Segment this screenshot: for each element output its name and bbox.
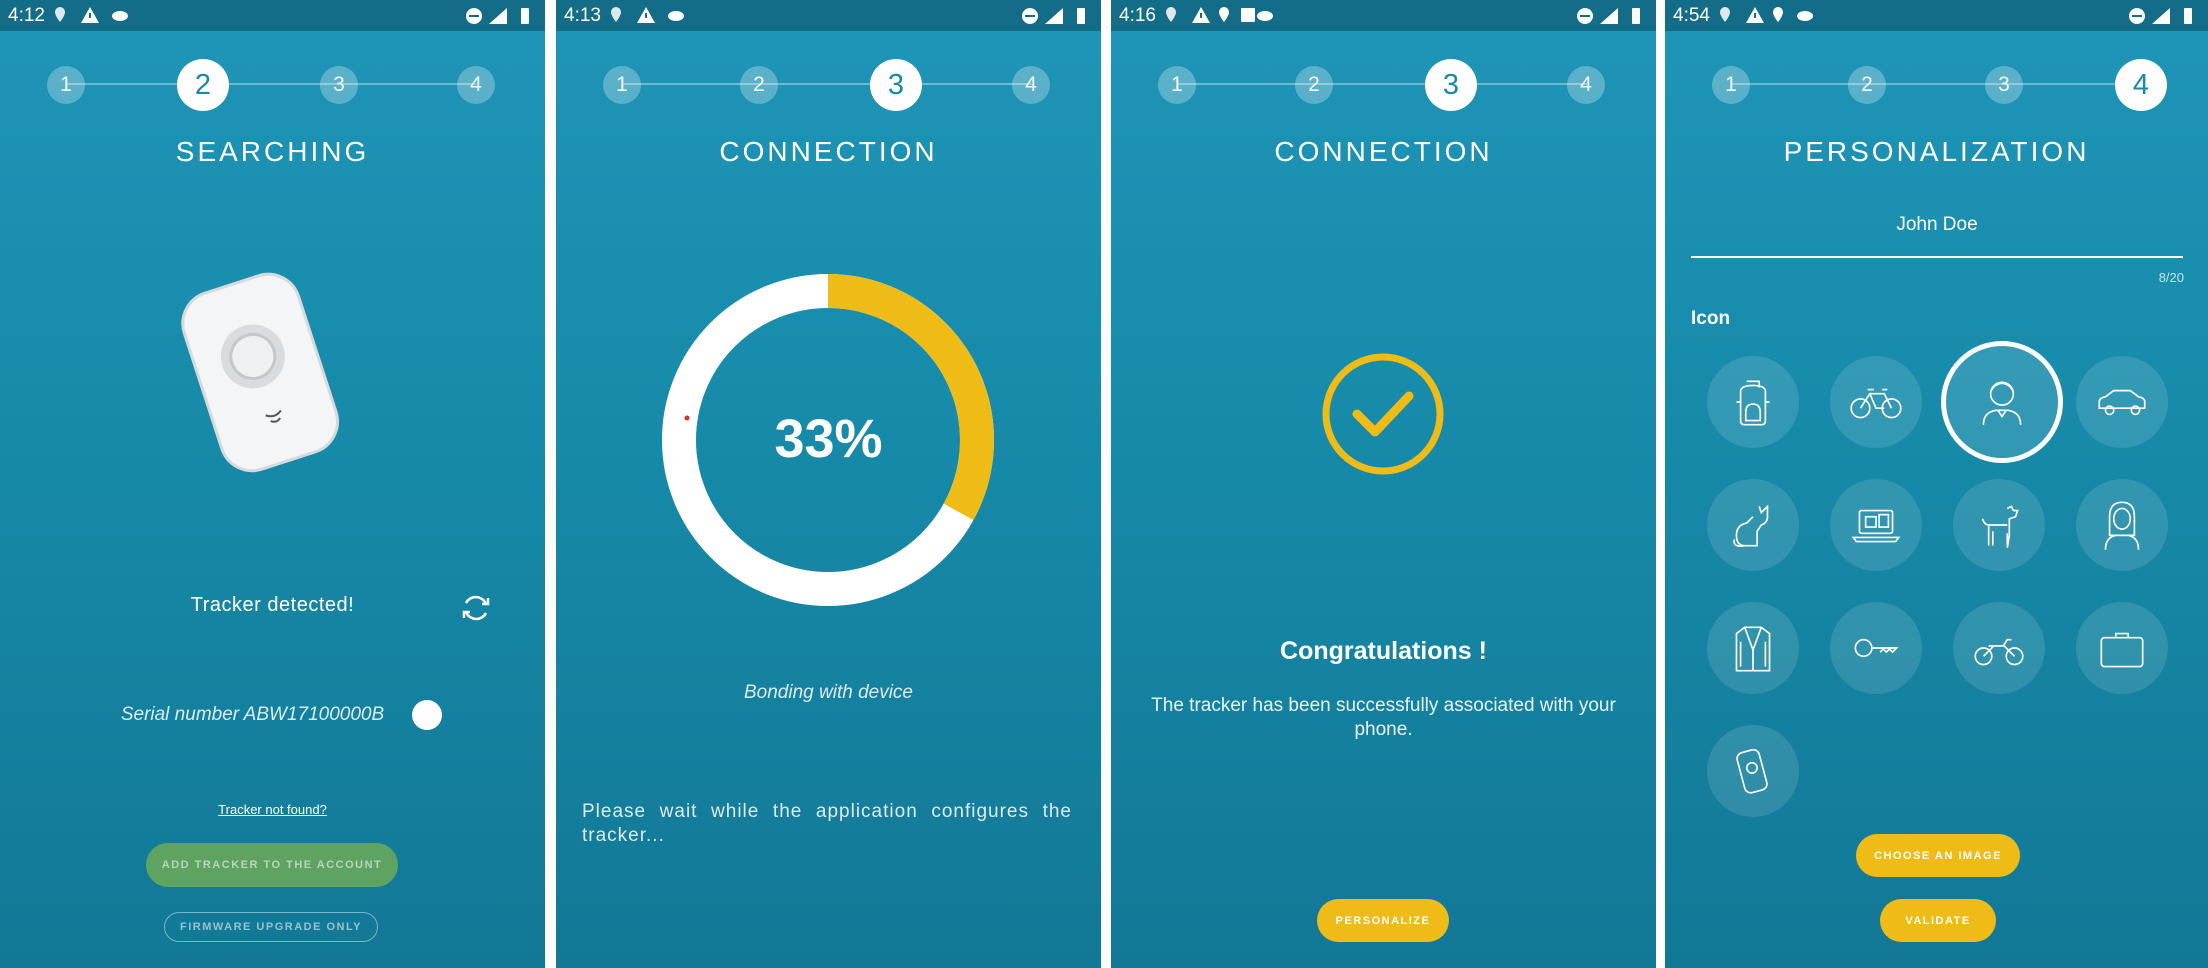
status-time: 4:16 [1119, 5, 1156, 26]
jacket-icon [1735, 626, 1771, 672]
personalize-button[interactable]: PERSONALIZE [1317, 899, 1449, 942]
status-time: 4:12 [8, 5, 45, 26]
step-2[interactable]: 2 [1848, 66, 1886, 104]
icon-option-laptop[interactable] [1830, 479, 1922, 571]
step-3[interactable]: 3 [1985, 66, 2023, 104]
step-3[interactable]: 3 [870, 59, 922, 111]
icon-option-bicycle[interactable] [1830, 356, 1922, 448]
person-icon [1982, 381, 2022, 425]
step-2[interactable]: 2 [177, 59, 229, 111]
icon-option-tracker[interactable] [1707, 725, 1799, 817]
serial-number: Serial number ABW17100000B [120, 704, 385, 725]
refresh-icon[interactable] [460, 592, 492, 624]
icon-option-jacket[interactable] [1707, 602, 1799, 694]
status-bar: 4:16 [1111, 0, 1656, 31]
validate-button[interactable]: VALIDATE [1880, 899, 1996, 942]
status-notification-icons [608, 4, 688, 26]
step-3[interactable]: 3 [1425, 59, 1477, 111]
cat-icon [1733, 504, 1769, 547]
backpack-icon [1736, 380, 1770, 426]
step-4[interactable]: 4 [457, 66, 495, 104]
icon-option-motorcycle[interactable] [1953, 602, 2045, 694]
step-2[interactable]: 2 [740, 66, 778, 104]
status-bar: 4:54 [1665, 0, 2208, 31]
status-notification-icons [1163, 4, 1273, 26]
stepper-line [1731, 83, 2141, 85]
step-3[interactable]: 3 [320, 66, 358, 104]
status-time: 4:54 [1673, 5, 1710, 26]
add-tracker-button[interactable]: ADD TRACKER TO THE ACCOUNT [146, 843, 398, 887]
page-title: PERSONALIZATION [1783, 136, 2090, 167]
name-char-counter: 8/20 [2158, 270, 2184, 285]
firmware-upgrade-button[interactable]: FIRMWARE UPGRADE ONLY [164, 912, 378, 942]
status-notification-icons [1717, 4, 1817, 26]
serial-toggle[interactable] [412, 700, 442, 730]
page-title: SEARCHING [175, 136, 370, 167]
status-bar: 4:12 [0, 0, 545, 31]
wait-message: Please wait while the application config… [582, 801, 1072, 846]
icon-option-car[interactable] [2076, 356, 2168, 448]
laptop-icon [1851, 509, 1901, 543]
icon-option-key[interactable] [1830, 602, 1922, 694]
icon-option-briefcase[interactable] [2076, 602, 2168, 694]
status-system-icons [465, 5, 535, 27]
tracker-device-image [181, 272, 339, 473]
stepper: 1 2 3 4 [556, 59, 1101, 111]
car-icon [2098, 389, 2146, 416]
status-notification-icons [52, 4, 132, 26]
status-time: 4:13 [564, 5, 601, 26]
icon-section-label: Icon [1691, 308, 1731, 329]
key-icon [1854, 638, 1899, 658]
dog-icon [1981, 505, 2019, 548]
choose-image-button[interactable]: CHOOSE AN IMAGE [1856, 834, 2020, 877]
woman-icon [2104, 501, 2140, 550]
stepper-line [1177, 83, 1587, 85]
tracker-not-found-link[interactable]: Tracker not found? [0, 802, 545, 817]
tracker-icon [1736, 748, 1768, 794]
step-1[interactable]: 1 [1158, 66, 1196, 104]
step-1[interactable]: 1 [603, 66, 641, 104]
icon-option-person-selected[interactable] [1941, 341, 2063, 463]
stepper: 1 2 3 4 [0, 59, 545, 111]
status-system-icons [1576, 5, 1646, 27]
status-system-icons [1021, 5, 1091, 27]
status-bar: 4:13 [556, 0, 1101, 31]
bicycle-icon [1850, 388, 1902, 419]
step-1[interactable]: 1 [1712, 66, 1750, 104]
stepper-line [66, 83, 476, 85]
briefcase-icon [2100, 632, 2144, 668]
icon-option-dog[interactable] [1953, 479, 2045, 571]
step-4[interactable]: 4 [2115, 59, 2167, 111]
icon-option-woman[interactable] [2076, 479, 2168, 571]
icon-option-cat[interactable] [1707, 479, 1799, 571]
icon-option-backpack[interactable] [1707, 356, 1799, 448]
status-system-icons [2128, 5, 2198, 27]
step-2[interactable]: 2 [1295, 66, 1333, 104]
page-title: CONNECTION [719, 136, 938, 167]
step-4[interactable]: 4 [1567, 66, 1605, 104]
stepper: 1 2 3 4 [1665, 59, 2208, 111]
motorcycle-icon [1974, 638, 2024, 666]
screen-connection-progress: 4:13 1 2 3 4 CONNECTION 33% Bonding with… [556, 0, 1101, 968]
progress-percent: 33% [774, 409, 883, 469]
success-check-icon [1322, 353, 1444, 475]
success-message: The tracker has been successfully associ… [1151, 695, 1616, 740]
step-1[interactable]: 1 [47, 66, 85, 104]
screen-connection-success: 4:16 1 2 3 4 CONNECTION Congratulations … [1111, 0, 1656, 968]
screen-personalization: 4:54 1 2 3 4 PERSONALIZATION John Doe 8/… [1665, 0, 2208, 968]
stepper-line [622, 83, 1032, 85]
screen-searching: 4:12 1 2 3 4 SEARCHING Tracker detected!… [0, 0, 545, 968]
congrats-heading: Congratulations ! [1280, 637, 1487, 665]
page-title: CONNECTION [1274, 136, 1493, 167]
stepper: 1 2 3 4 [1111, 59, 1656, 111]
step-4[interactable]: 4 [1012, 66, 1050, 104]
name-input[interactable]: John Doe [1691, 214, 2183, 258]
bonding-status: Bonding with device [744, 682, 913, 703]
